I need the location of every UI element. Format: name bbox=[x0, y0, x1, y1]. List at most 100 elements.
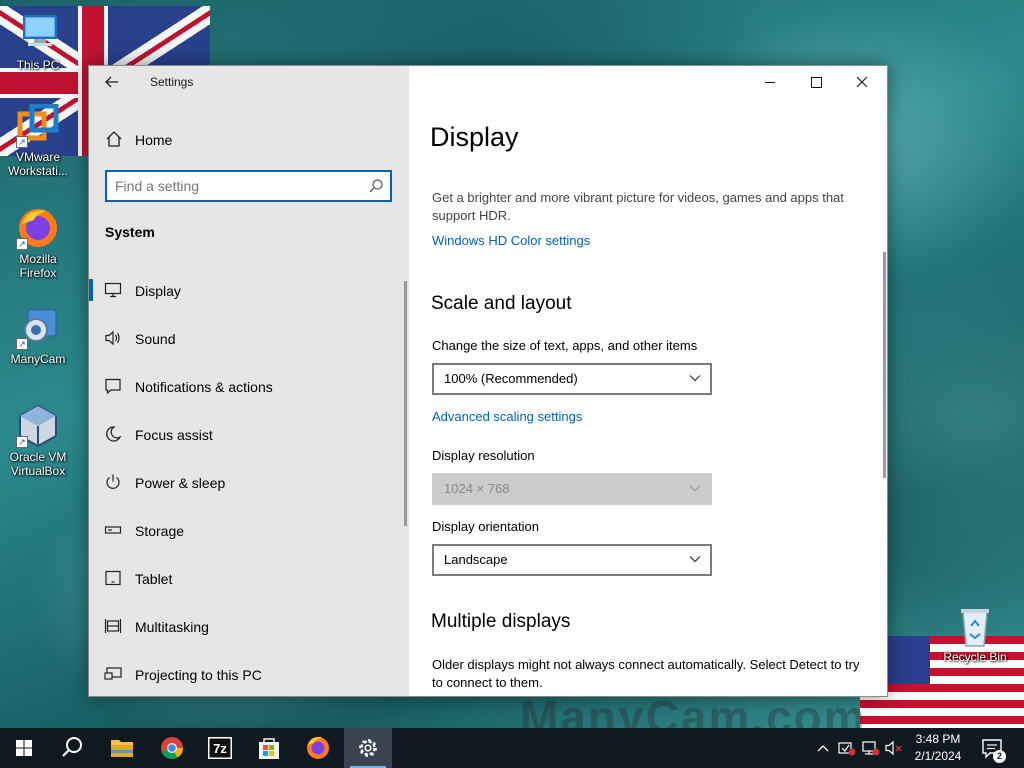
maximize-icon bbox=[811, 77, 822, 88]
sidebar-item-multitasking[interactable]: Multitasking bbox=[89, 602, 409, 650]
close-icon bbox=[856, 76, 868, 88]
sidebar-scrollbar[interactable] bbox=[404, 281, 407, 526]
desktop-icon-firefox[interactable]: ↗ Mozilla Firefox bbox=[0, 206, 76, 280]
search-icon bbox=[62, 737, 82, 757]
desktop-icon-label: ManyCam bbox=[10, 352, 66, 366]
monitor-icon bbox=[104, 282, 122, 298]
sidebar-item-power-sleep[interactable]: Power & sleep bbox=[89, 458, 409, 506]
tray-network[interactable] bbox=[861, 738, 881, 758]
sidebar-item-label: Storage bbox=[135, 523, 185, 539]
hdr-description: Get a brighter and more vibrant picture … bbox=[432, 190, 844, 223]
folder-icon bbox=[111, 740, 133, 757]
desktop-icon-recycle-bin[interactable]: Recycle Bin bbox=[937, 604, 1013, 664]
start-button[interactable] bbox=[0, 728, 48, 768]
sidebar-item-display[interactable]: Display bbox=[89, 266, 409, 314]
storage-icon bbox=[104, 526, 122, 534]
taskbar-firefox[interactable] bbox=[294, 728, 342, 768]
scale-dropdown[interactable]: 100% (Recommended) bbox=[432, 363, 712, 395]
desktop-icon-manycam[interactable]: ↗ ManyCam bbox=[0, 306, 76, 366]
notification-icon bbox=[105, 378, 121, 395]
shortcut-arrow-icon: ↗ bbox=[16, 238, 28, 250]
search-button[interactable] bbox=[48, 728, 96, 768]
desktop-icon-label: Mozilla Firefox bbox=[19, 252, 57, 280]
windows-hd-color-link[interactable]: Windows HD Color settings bbox=[432, 233, 590, 248]
chevron-down-icon bbox=[689, 375, 701, 382]
chrome-icon bbox=[161, 737, 183, 760]
tray-defender[interactable] bbox=[837, 738, 857, 758]
sidebar-item-tablet[interactable]: Tablet bbox=[89, 554, 409, 602]
search-box[interactable] bbox=[105, 170, 392, 202]
shortcut-arrow-icon: ↗ bbox=[16, 338, 28, 350]
title-bar[interactable]: Settings bbox=[89, 66, 409, 98]
sidebar-item-focus-assist[interactable]: Focus assist bbox=[89, 410, 409, 458]
projecting-icon bbox=[104, 667, 122, 680]
7zip-label: 7z bbox=[213, 741, 227, 756]
taskbar-store[interactable] bbox=[245, 728, 293, 768]
manycam-icon: ↗ bbox=[16, 306, 60, 350]
back-arrow-icon bbox=[105, 76, 118, 88]
home-label: Home bbox=[135, 132, 173, 148]
chevron-down-icon bbox=[689, 485, 701, 492]
desktop-icon-this-pc[interactable]: This PC bbox=[0, 12, 76, 72]
sidebar: Settings Home System bbox=[89, 66, 409, 696]
taskbar-7zip[interactable]: 7z bbox=[196, 728, 244, 768]
resolution-dropdown[interactable]: 1024 × 768 bbox=[432, 473, 712, 505]
minimize-button[interactable] bbox=[747, 66, 793, 98]
clock-date: 2/1/2024 bbox=[914, 749, 962, 763]
firefox-icon: ↗ bbox=[16, 206, 60, 250]
sidebar-item-projecting[interactable]: Projecting to this PC bbox=[89, 650, 409, 698]
show-hidden-icons-button[interactable] bbox=[815, 738, 831, 758]
desktop-icon-label: This PC bbox=[16, 58, 60, 72]
power-icon bbox=[106, 474, 120, 489]
advanced-scaling-link[interactable]: Advanced scaling settings bbox=[432, 409, 582, 424]
7zip-icon: 7z bbox=[208, 737, 232, 759]
chevron-down-icon bbox=[689, 556, 701, 563]
taskbar-file-explorer[interactable] bbox=[98, 728, 146, 768]
shortcut-arrow-icon: ↗ bbox=[16, 136, 28, 148]
orientation-dropdown[interactable]: Landscape bbox=[432, 544, 712, 576]
virtualbox-icon: ↗ bbox=[16, 404, 60, 448]
close-button[interactable] bbox=[839, 66, 885, 98]
sidebar-item-label: Tablet bbox=[135, 571, 173, 587]
tray-volume[interactable] bbox=[884, 738, 904, 758]
section-heading-system: System bbox=[105, 224, 155, 240]
notification-badge: 2 bbox=[993, 750, 1006, 763]
desktop-icon-virtualbox[interactable]: ↗ Oracle VM VirtualBox bbox=[0, 404, 76, 478]
chevron-up-icon bbox=[817, 745, 829, 752]
minimize-icon bbox=[765, 82, 775, 83]
page-title: Display bbox=[430, 122, 519, 152]
speaker-icon bbox=[105, 330, 120, 346]
sidebar-item-storage[interactable]: Storage bbox=[89, 506, 409, 554]
taskbar-chrome[interactable] bbox=[148, 728, 196, 768]
desktop-icon-label: Recycle Bin bbox=[943, 650, 1007, 664]
taskbar-settings[interactable] bbox=[344, 728, 392, 768]
sidebar-item-notifications[interactable]: Notifications & actions bbox=[89, 362, 409, 410]
back-button[interactable] bbox=[101, 72, 123, 92]
main-pane: Display Get a brighter and more vibrant … bbox=[409, 66, 887, 696]
firefox-icon bbox=[307, 736, 329, 759]
maximize-button[interactable] bbox=[793, 66, 839, 98]
sidebar-item-sound[interactable]: Sound bbox=[89, 314, 409, 362]
sidebar-item-home[interactable]: Home bbox=[89, 126, 409, 154]
windows-start-icon bbox=[16, 740, 32, 756]
store-icon bbox=[259, 738, 279, 759]
network-icon bbox=[862, 741, 880, 756]
clock-time: 3:48 PM bbox=[915, 732, 961, 746]
taskbar: 7z 3:48 PM 2/1/2024 2 bbox=[0, 728, 1024, 768]
sidebar-item-label: Sound bbox=[135, 331, 176, 347]
sidebar-item-label: Multitasking bbox=[135, 619, 209, 635]
volume-muted-icon bbox=[885, 740, 902, 756]
scale-value: 100% (Recommended) bbox=[444, 371, 578, 386]
desktop-icon-label: Oracle VM VirtualBox bbox=[9, 450, 67, 478]
taskbar-clock[interactable]: 3:48 PM 2/1/2024 bbox=[904, 731, 972, 765]
window-controls bbox=[747, 66, 887, 98]
security-icon bbox=[838, 742, 856, 756]
sidebar-item-label: Projecting to this PC bbox=[135, 667, 262, 683]
this-pc-icon bbox=[16, 12, 60, 56]
search-input[interactable] bbox=[115, 176, 360, 196]
shortcut-arrow-icon: ↗ bbox=[16, 436, 28, 448]
sidebar-nav: Display Sound Notifications & actions Fo… bbox=[89, 266, 409, 698]
main-scrollbar[interactable] bbox=[883, 252, 886, 478]
desktop-icon-vmware[interactable]: ↗ VMware Workstati... bbox=[0, 103, 76, 178]
window-title: Settings bbox=[150, 75, 194, 89]
